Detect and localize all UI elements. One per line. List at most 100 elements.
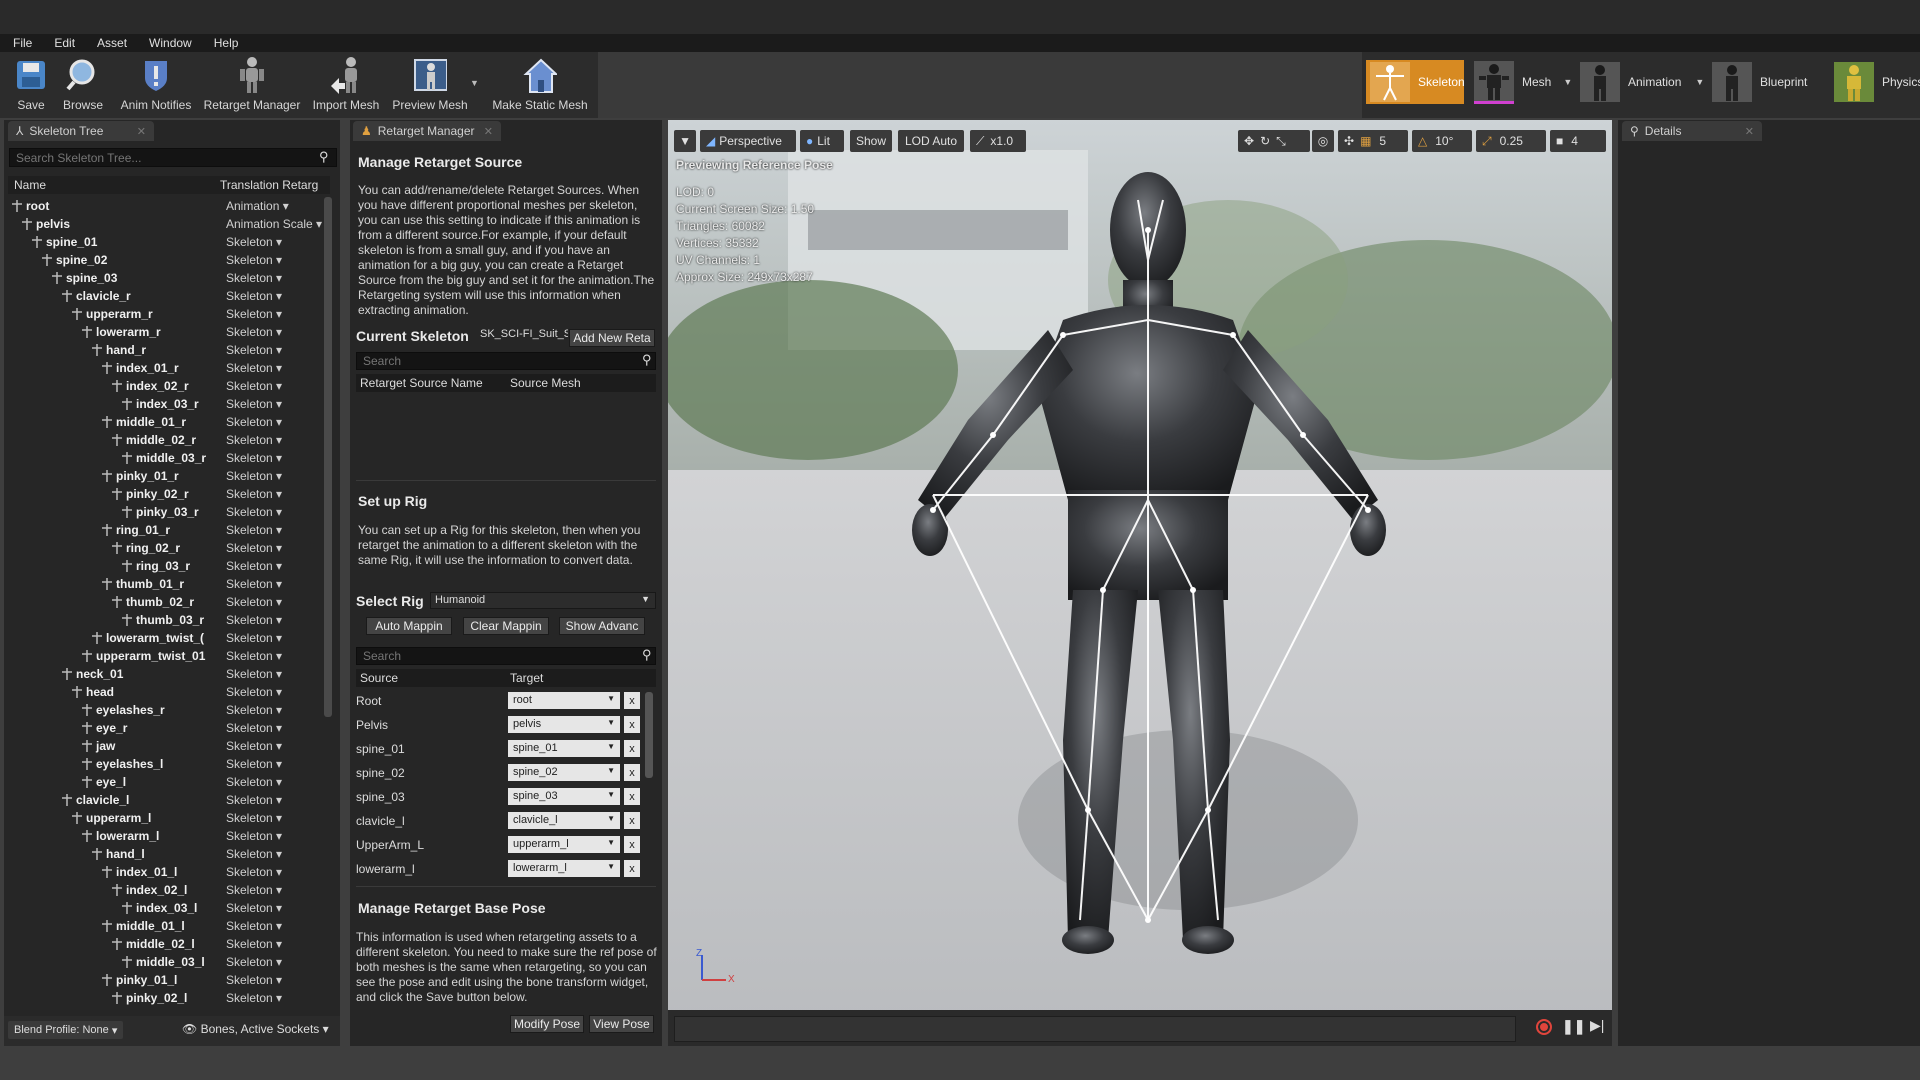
- translation-retargeting-dropdown[interactable]: Skeleton ▾: [226, 739, 282, 753]
- select-rig-dropdown[interactable]: Humanoid ▼: [430, 592, 656, 609]
- translation-retargeting-dropdown[interactable]: Skeleton ▾: [226, 829, 282, 843]
- tree-row[interactable]: lowerarm_twist_(Skeleton ▾: [8, 629, 324, 647]
- translation-retargeting-dropdown[interactable]: Skeleton ▾: [226, 361, 282, 375]
- translation-retargeting-dropdown[interactable]: Animation Scale ▾: [226, 217, 322, 231]
- translation-retargeting-dropdown[interactable]: Animation ▾: [226, 199, 289, 213]
- record-icon[interactable]: [1536, 1019, 1552, 1035]
- menu-edit[interactable]: Edit: [41, 36, 84, 50]
- skeleton-tree-search-input[interactable]: [9, 148, 337, 167]
- camera-speed-button[interactable]: ■ 4: [1550, 130, 1606, 152]
- viewport-options-button[interactable]: ▼: [674, 130, 696, 152]
- scale-snap-button[interactable]: ⤢ 0.25: [1476, 130, 1546, 152]
- pause-icon[interactable]: ❚❚: [1562, 1018, 1585, 1035]
- tree-row[interactable]: neck_01 Skeleton ▾: [8, 665, 324, 683]
- tree-row[interactable]: middle_02_r Skeleton ▾: [8, 431, 324, 449]
- tree-row[interactable]: upperarm_r Skeleton ▾: [8, 305, 324, 323]
- tree-row[interactable]: clavicle_r Skeleton ▾: [8, 287, 324, 305]
- tree-row[interactable]: pinky_02_l Skeleton ▾: [8, 989, 324, 1007]
- tree-row[interactable]: eyelashes_l Skeleton ▾: [8, 755, 324, 773]
- tree-row[interactable]: index_03_l Skeleton ▾: [8, 899, 324, 917]
- modify-pose-button[interactable]: Modify Pose: [510, 1015, 584, 1033]
- translation-retargeting-dropdown[interactable]: Skeleton ▾: [226, 649, 282, 663]
- make-static-mesh-button[interactable]: Make Static Mesh: [490, 56, 590, 116]
- tree-scrollbar[interactable]: [324, 197, 332, 717]
- tree-row[interactable]: ring_01_r Skeleton ▾: [8, 521, 324, 539]
- clear-mapping-button[interactable]: Clear Mappin: [463, 617, 549, 635]
- clear-mapping-x-button[interactable]: x: [624, 836, 640, 853]
- column-target[interactable]: Target: [510, 671, 543, 685]
- tree-row[interactable]: middle_01_l Skeleton ▾: [8, 917, 324, 935]
- tree-row[interactable]: thumb_02_r Skeleton ▾: [8, 593, 324, 611]
- translation-retargeting-dropdown[interactable]: Skeleton ▾: [226, 487, 282, 501]
- scale-icon[interactable]: ⤡: [1276, 134, 1286, 149]
- tree-row[interactable]: middle_01_r Skeleton ▾: [8, 413, 324, 431]
- translation-retargeting-dropdown[interactable]: Skeleton ▾: [226, 865, 282, 879]
- mapping-target-dropdown[interactable]: pelvis: [508, 716, 620, 733]
- translation-retargeting-dropdown[interactable]: Skeleton ▾: [226, 253, 282, 267]
- mapping-scrollbar[interactable]: [645, 692, 653, 778]
- tree-row[interactable]: hand_l Skeleton ▾: [8, 845, 324, 863]
- translation-retargeting-dropdown[interactable]: Skeleton ▾: [226, 271, 282, 285]
- step-forward-icon[interactable]: ▶|: [1590, 1017, 1604, 1034]
- column-name[interactable]: Name: [14, 178, 46, 192]
- tree-row[interactable]: eyelashes_r Skeleton ▾: [8, 701, 324, 719]
- translation-retargeting-dropdown[interactable]: Skeleton ▾: [226, 955, 282, 969]
- mapping-target-dropdown[interactable]: clavicle_l: [508, 812, 620, 829]
- perspective-button[interactable]: ◢ Perspective: [700, 130, 796, 152]
- tree-row[interactable]: spine_02 Skeleton ▾: [8, 251, 324, 269]
- translation-retargeting-dropdown[interactable]: Skeleton ▾: [226, 811, 282, 825]
- clear-mapping-x-button[interactable]: x: [624, 692, 640, 709]
- globe-icon[interactable]: ◎: [1312, 130, 1334, 152]
- translation-retargeting-dropdown[interactable]: Skeleton ▾: [226, 397, 282, 411]
- mapping-search-input[interactable]: [356, 647, 656, 665]
- close-icon[interactable]: ✕: [137, 125, 146, 138]
- tree-row[interactable]: eye_r Skeleton ▾: [8, 719, 324, 737]
- tree-row[interactable]: upperarm_l Skeleton ▾: [8, 809, 324, 827]
- tree-row[interactable]: thumb_01_r Skeleton ▾: [8, 575, 324, 593]
- translation-retargeting-dropdown[interactable]: Skeleton ▾: [226, 451, 282, 465]
- clear-mapping-x-button[interactable]: x: [624, 740, 640, 757]
- rotate-icon[interactable]: ↻: [1260, 134, 1270, 148]
- tree-row[interactable]: index_03_r Skeleton ▾: [8, 395, 324, 413]
- translation-retargeting-dropdown[interactable]: Skeleton ▾: [226, 613, 282, 627]
- preview-mesh-button[interactable]: Preview Mesh: [390, 56, 470, 116]
- close-icon[interactable]: ✕: [484, 125, 493, 138]
- preview-mesh-dropdown-icon[interactable]: ▼: [470, 78, 479, 88]
- clear-mapping-x-button[interactable]: x: [624, 860, 640, 877]
- mapping-target-dropdown[interactable]: spine_01: [508, 740, 620, 757]
- mode-physics[interactable]: Physics: [1834, 60, 1920, 104]
- clear-mapping-x-button[interactable]: x: [624, 812, 640, 829]
- translation-retargeting-dropdown[interactable]: Skeleton ▾: [226, 433, 282, 447]
- tree-row[interactable]: index_01_l Skeleton ▾: [8, 863, 324, 881]
- browse-button[interactable]: Browse: [58, 56, 108, 116]
- viewport[interactable]: Z X: [668, 120, 1612, 1046]
- mapping-target-dropdown[interactable]: lowerarm_l: [508, 860, 620, 877]
- translation-retargeting-dropdown[interactable]: Skeleton ▾: [226, 289, 282, 303]
- close-icon[interactable]: ✕: [1745, 125, 1754, 138]
- playback-speed-button[interactable]: ⟋ x1.0: [970, 130, 1026, 152]
- clear-mapping-x-button[interactable]: x: [624, 764, 640, 781]
- translation-retargeting-dropdown[interactable]: Skeleton ▾: [226, 973, 282, 987]
- view-pose-button[interactable]: View Pose: [589, 1015, 654, 1033]
- mapping-target-dropdown[interactable]: root: [508, 692, 620, 709]
- translation-retargeting-dropdown[interactable]: Skeleton ▾: [226, 703, 282, 717]
- auto-mapping-button[interactable]: Auto Mappin: [366, 617, 452, 635]
- translation-retargeting-dropdown[interactable]: Skeleton ▾: [226, 937, 282, 951]
- tree-row[interactable]: jaw Skeleton ▾: [8, 737, 324, 755]
- menu-help[interactable]: Help: [201, 36, 248, 50]
- mode-animation[interactable]: Animation ▼: [1580, 60, 1710, 104]
- tree-row[interactable]: index_02_r Skeleton ▾: [8, 377, 324, 395]
- tree-row[interactable]: pinky_01_l Skeleton ▾: [8, 971, 324, 989]
- anim-notifies-button[interactable]: Anim Notifies: [116, 56, 196, 116]
- tree-row[interactable]: spine_03 Skeleton ▾: [8, 269, 324, 287]
- tree-row[interactable]: pinky_02_r Skeleton ▾: [8, 485, 324, 503]
- tree-row[interactable]: middle_03_r Skeleton ▾: [8, 449, 324, 467]
- save-button[interactable]: Save: [10, 56, 52, 116]
- tab-retarget-manager[interactable]: ♟ Retarget Manager ✕: [353, 121, 501, 141]
- column-source[interactable]: Source: [360, 671, 398, 685]
- mode-skeleton[interactable]: Skeleton: [1366, 60, 1465, 104]
- tab-skeleton-tree[interactable]: ⅄ Skeleton Tree ✕: [8, 121, 154, 141]
- menu-asset[interactable]: Asset: [84, 36, 136, 50]
- mode-mesh[interactable]: Mesh ▼: [1474, 60, 1584, 104]
- translation-retargeting-dropdown[interactable]: Skeleton ▾: [226, 235, 282, 249]
